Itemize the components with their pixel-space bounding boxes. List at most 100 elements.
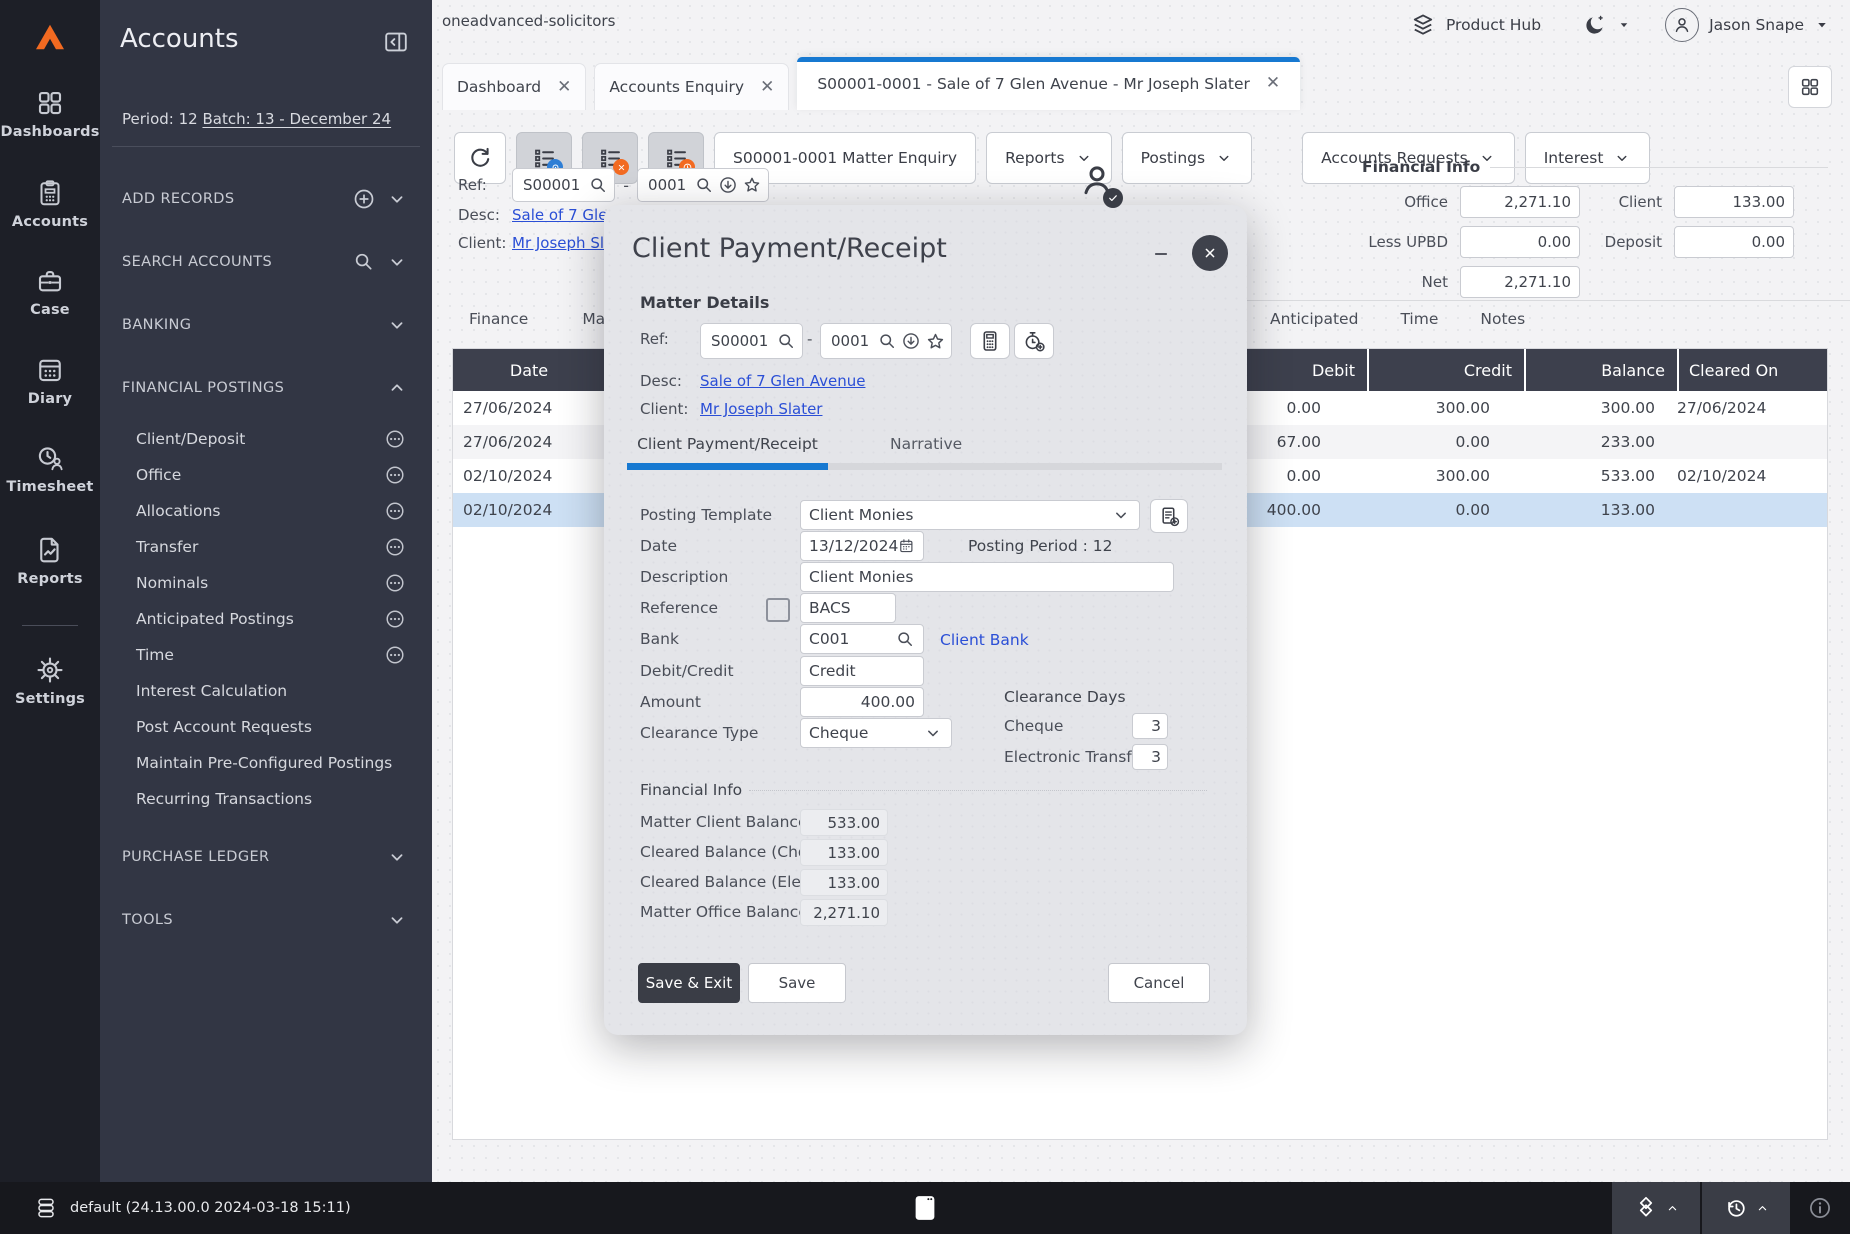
- advanced-logo[interactable]: [29, 16, 71, 58]
- rail-item-diary[interactable]: Diary: [0, 355, 100, 407]
- history-down-icon[interactable]: [901, 331, 921, 351]
- matter-description-link[interactable]: Sale of 7 Glen Avenue: [700, 372, 865, 390]
- rail-item-case[interactable]: Case: [0, 266, 100, 318]
- history-down-icon[interactable]: [718, 175, 738, 195]
- user-name[interactable]: Jason Snape: [1709, 16, 1804, 34]
- tab-client-payment-receipt[interactable]: Client Payment/Receipt: [627, 435, 828, 453]
- search-icon[interactable]: [694, 175, 714, 195]
- user-menu-caret-icon[interactable]: [1814, 17, 1830, 33]
- debit-credit-input[interactable]: Credit: [800, 656, 924, 686]
- ellipsis-circle-icon[interactable]: [384, 500, 406, 522]
- tab-notes[interactable]: Notes: [1480, 310, 1525, 328]
- info-button[interactable]: [1790, 1195, 1850, 1221]
- ellipsis-circle-icon[interactable]: [384, 644, 406, 666]
- client-verified-icon[interactable]: [1077, 160, 1123, 210]
- client-link[interactable]: Mr Joseph Slater: [700, 400, 822, 418]
- rail-item-settings[interactable]: Settings: [0, 655, 100, 707]
- ellipsis-circle-icon[interactable]: [384, 608, 406, 630]
- matter-ref-input[interactable]: 0001: [637, 168, 770, 202]
- col-balance[interactable]: Balance: [1524, 349, 1677, 391]
- tab-finance[interactable]: Finance: [469, 310, 528, 328]
- bank-input[interactable]: C001: [800, 624, 924, 654]
- ref-label: Ref:: [640, 330, 669, 348]
- sidebar-item-maintain-pre-configured-postings[interactable]: Maintain Pre-Configured Postings: [100, 747, 432, 779]
- tab-dashboard[interactable]: Dashboard ✕: [442, 63, 587, 110]
- close-icon[interactable]: ✕: [557, 78, 571, 96]
- postings-dropdown[interactable]: Postings: [1121, 132, 1253, 184]
- tab-time[interactable]: Time: [1400, 310, 1438, 328]
- recent-history-button[interactable]: [1700, 1182, 1790, 1234]
- ellipsis-circle-icon[interactable]: [384, 536, 406, 558]
- electronic-days-input[interactable]: 3: [1132, 744, 1168, 770]
- add-time-button[interactable]: [1014, 323, 1054, 359]
- dark-mode-caret-icon[interactable]: [1617, 18, 1631, 32]
- sidebar-item-nominals[interactable]: Nominals: [100, 567, 432, 599]
- user-avatar[interactable]: [1665, 8, 1700, 42]
- col-credit[interactable]: Credit: [1367, 349, 1524, 391]
- product-hub-link[interactable]: Product Hub: [1446, 16, 1541, 34]
- save-exit-button[interactable]: Save & Exit: [638, 963, 740, 1003]
- cancel-button[interactable]: Cancel: [1108, 963, 1210, 1003]
- tab-anticipated[interactable]: Anticipated: [1270, 310, 1358, 328]
- search-icon[interactable]: [776, 331, 796, 351]
- sidebar-section-search-accounts[interactable]: SEARCH ACCOUNTS: [100, 245, 432, 279]
- col-cleared-on[interactable]: Cleared On: [1677, 349, 1827, 391]
- layout-grid-button[interactable]: [1788, 66, 1832, 108]
- batch-link[interactable]: Batch: 13 - December 24: [202, 110, 391, 128]
- sidebar-item-transfer[interactable]: Transfer: [100, 531, 432, 563]
- sidebar-item-anticipated-postings[interactable]: Anticipated Postings: [100, 603, 432, 635]
- posting-template-select[interactable]: Client Monies: [800, 500, 1140, 530]
- sidebar-item-interest-calculation[interactable]: Interest Calculation: [100, 675, 432, 707]
- window-switcher-button[interactable]: [910, 1191, 940, 1225]
- calculator-button[interactable]: [970, 323, 1010, 359]
- sidebar-item-allocations[interactable]: Allocations: [100, 495, 432, 527]
- save-button[interactable]: Save: [748, 963, 846, 1003]
- sidebar-item-time[interactable]: Time: [100, 639, 432, 671]
- clearance-type-select[interactable]: Cheque: [800, 718, 952, 748]
- minimize-button[interactable]: [1148, 245, 1176, 265]
- amount-input[interactable]: 400.00: [800, 687, 924, 717]
- product-hub-icon[interactable]: [1410, 12, 1436, 38]
- sidebar-item-office[interactable]: Office: [100, 459, 432, 491]
- tab-matter-enquiry[interactable]: S00001-0001 - Sale of 7 Glen Avenue - Mr…: [797, 57, 1301, 110]
- favourite-star-icon[interactable]: [742, 175, 762, 195]
- stacked-windows-button[interactable]: [1610, 1182, 1700, 1234]
- reference-checkbox[interactable]: [766, 598, 790, 622]
- ellipsis-circle-icon[interactable]: [384, 572, 406, 594]
- favourite-star-icon[interactable]: [925, 331, 945, 351]
- tab-accounts-enquiry[interactable]: Accounts Enquiry ✕: [594, 63, 790, 110]
- new-template-button[interactable]: [1150, 499, 1188, 533]
- matter-ref-input[interactable]: 0001: [820, 323, 953, 359]
- bank-name-link[interactable]: Client Bank: [940, 631, 1029, 649]
- fee-earner-ref-input[interactable]: S00001: [700, 323, 804, 359]
- description-input[interactable]: Client Monies: [800, 562, 1174, 592]
- sidebar-item-client-deposit[interactable]: Client/Deposit: [100, 423, 432, 455]
- close-icon[interactable]: ✕: [760, 78, 774, 96]
- rail-item-accounts[interactable]: Accounts: [0, 178, 100, 230]
- cheque-days-input[interactable]: 3: [1132, 713, 1168, 739]
- sidebar-item-post-account-requests[interactable]: Post Account Requests: [100, 711, 432, 743]
- sidebar-item-recurring-transactions[interactable]: Recurring Transactions: [100, 783, 432, 815]
- close-button[interactable]: [1192, 235, 1228, 271]
- ellipsis-circle-icon[interactable]: [384, 428, 406, 450]
- sidebar-section-add-records[interactable]: ADD RECORDS: [100, 182, 432, 216]
- sidebar-section-tools[interactable]: TOOLS: [100, 903, 432, 937]
- col-date[interactable]: Date: [453, 361, 605, 380]
- sidebar-section-purchase-ledger[interactable]: PURCHASE LEDGER: [100, 840, 432, 874]
- dark-mode-icon[interactable]: [1583, 13, 1607, 37]
- reference-input[interactable]: BACS: [800, 593, 896, 623]
- fee-earner-ref-input[interactable]: S00001: [512, 168, 616, 202]
- collapse-panel-button[interactable]: [382, 28, 410, 56]
- search-icon[interactable]: [588, 175, 608, 195]
- close-icon[interactable]: ✕: [1266, 75, 1280, 92]
- date-input[interactable]: 13/12/2024: [800, 531, 924, 561]
- rail-item-timesheet[interactable]: Timesheet: [0, 443, 100, 495]
- rail-item-dashboards[interactable]: Dashboards: [0, 88, 100, 140]
- less-upbd-label: Less UPBD: [1368, 233, 1448, 251]
- sidebar-section-financial-postings[interactable]: FINANCIAL POSTINGS: [100, 371, 432, 405]
- tab-narrative[interactable]: Narrative: [890, 435, 962, 453]
- ellipsis-circle-icon[interactable]: [384, 464, 406, 486]
- sidebar-section-banking[interactable]: BANKING: [100, 308, 432, 342]
- search-icon[interactable]: [877, 331, 897, 351]
- rail-item-reports[interactable]: Reports: [0, 535, 100, 587]
